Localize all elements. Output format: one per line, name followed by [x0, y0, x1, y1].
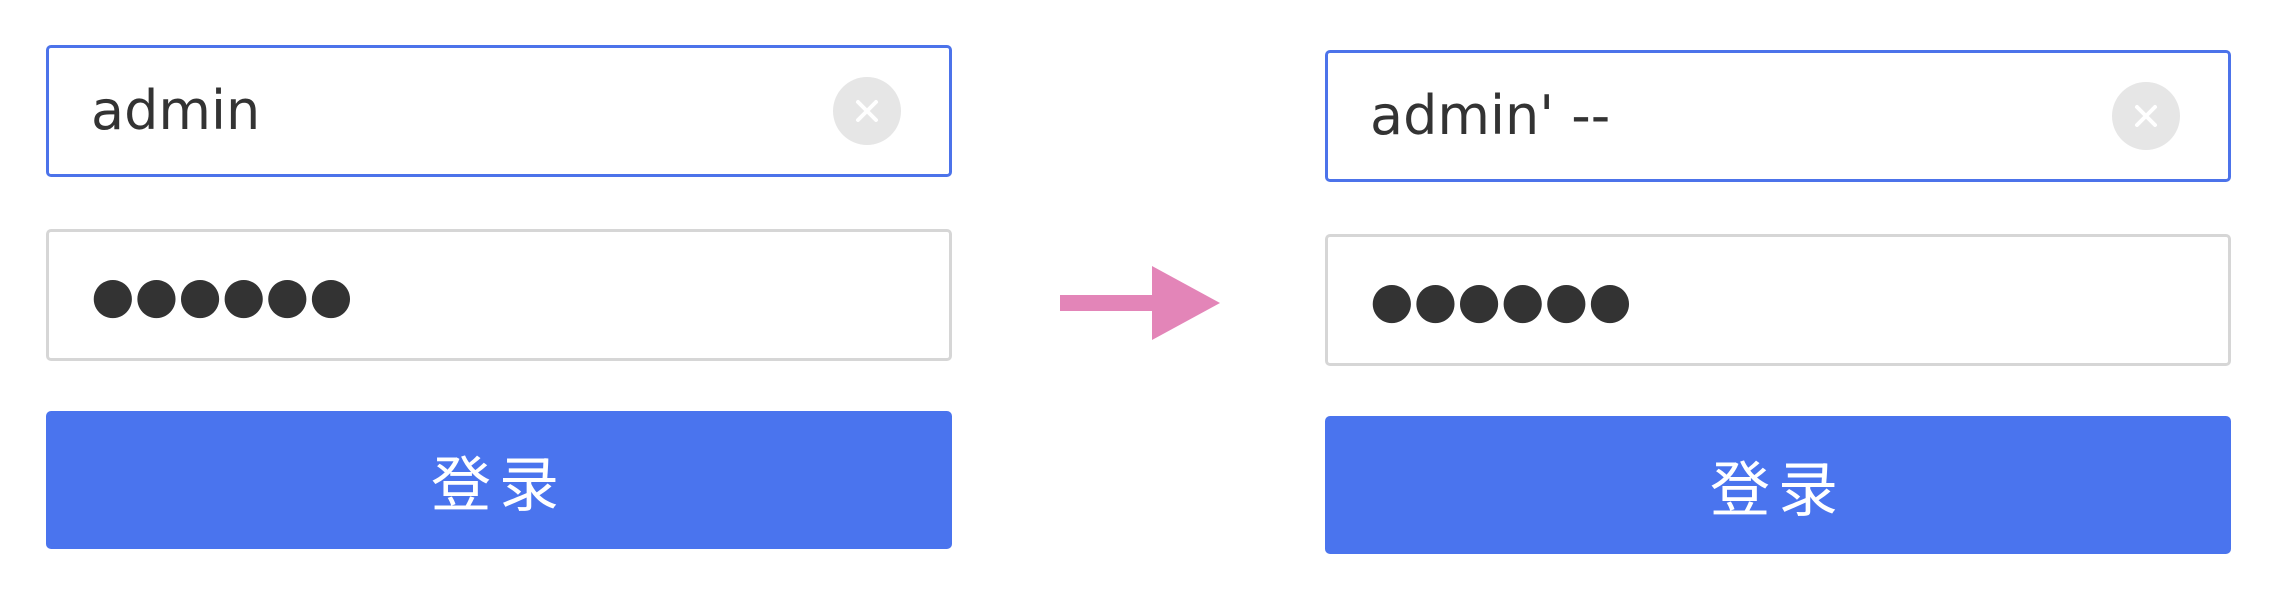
- password-value: ●●●●●●: [91, 266, 353, 324]
- password-field-before[interactable]: ●●●●●●: [46, 229, 952, 361]
- clear-icon[interactable]: [833, 77, 901, 145]
- login-button-after[interactable]: 登录: [1325, 416, 2231, 554]
- login-form-after: admin' -- ●●●●●● 登录: [1325, 50, 2231, 554]
- right-arrow-icon: [1060, 262, 1220, 348]
- username-value: admin' --: [1370, 84, 1611, 147]
- username-value: admin: [91, 79, 261, 142]
- username-field-before[interactable]: admin: [46, 45, 952, 177]
- password-value: ●●●●●●: [1370, 271, 1632, 329]
- login-form-before: admin ●●●●●● 登录: [46, 45, 952, 549]
- clear-icon[interactable]: [2112, 82, 2180, 150]
- comparison-canvas: admin ●●●●●● 登录 admin' -- ●●●●●● 登录: [0, 0, 2284, 606]
- password-field-after[interactable]: ●●●●●●: [1325, 234, 2231, 366]
- login-button-before[interactable]: 登录: [46, 411, 952, 549]
- username-field-after[interactable]: admin' --: [1325, 50, 2231, 182]
